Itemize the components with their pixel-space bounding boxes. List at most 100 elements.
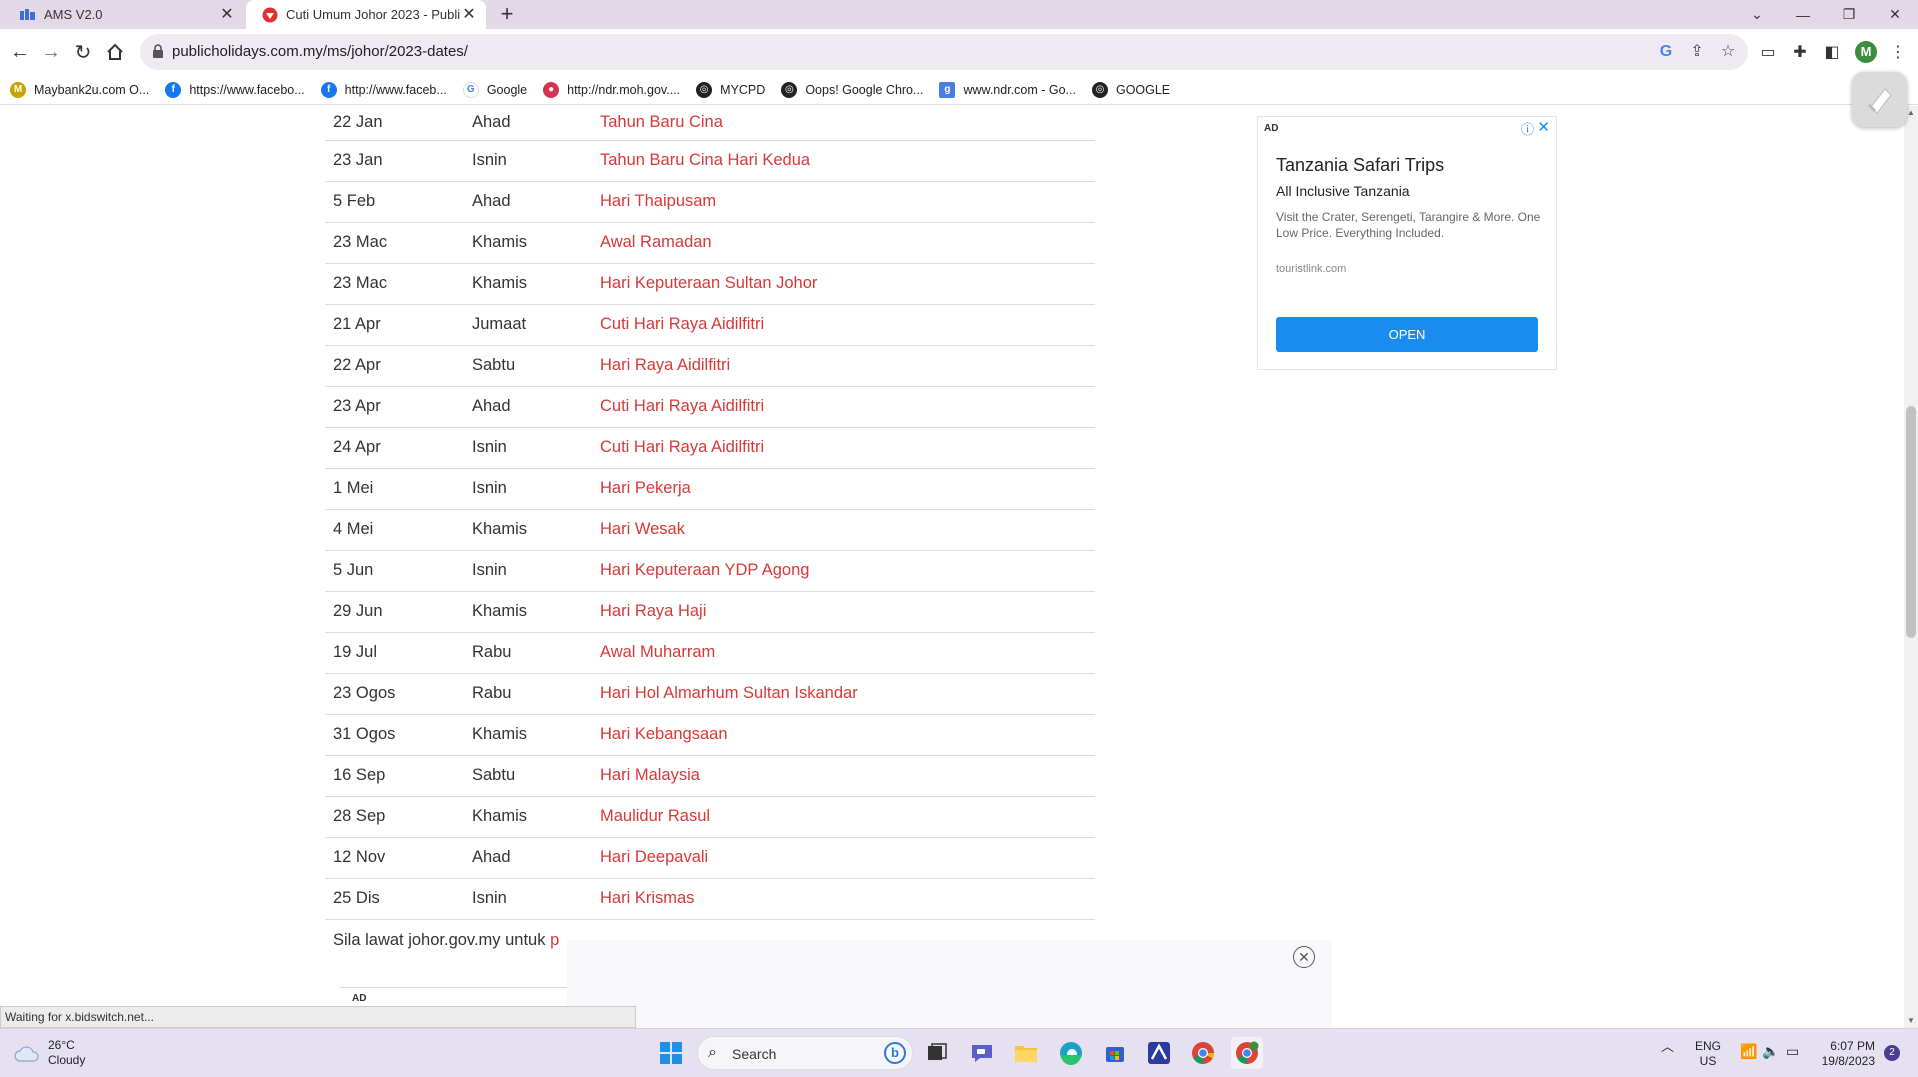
scroll-down-icon[interactable]: ▼ (1904, 1014, 1918, 1028)
share-icon[interactable]: ⇪ (1687, 42, 1707, 62)
cloud-icon (14, 1046, 39, 1062)
bookmark-label: https://www.facebo... (189, 82, 305, 97)
volume-icon[interactable]: 🔈 (1762, 1044, 1779, 1059)
note-link[interactable]: p (550, 931, 559, 949)
forward-icon[interactable]: → (36, 37, 66, 67)
floating-extension-button[interactable] (1852, 72, 1907, 127)
bookmark-item[interactable]: ◎ Oops! Google Chro... (781, 81, 923, 98)
bookmark-label: GOOGLE (1115, 82, 1171, 97)
holiday-link[interactable]: Maulidur Rasul (600, 807, 710, 825)
cast-icon[interactable]: ▭ (1757, 42, 1779, 64)
holiday-link[interactable]: Hari Deepavali (600, 848, 708, 866)
bookmark-item[interactable]: G Google (462, 81, 527, 98)
address-bar[interactable]: publicholidays.com.my/ms/johor/2023-date… (140, 34, 1748, 70)
bookmark-item[interactable]: g www.ndr.com - Go... (939, 81, 1076, 98)
back-icon[interactable]: ← (5, 37, 35, 67)
weather-widget[interactable]: 26°C Cloudy (14, 1038, 85, 1068)
holiday-link[interactable]: Hari Kebangsaan (600, 725, 728, 743)
ad-info-icon[interactable]: ⓘ (1521, 119, 1534, 138)
ad-close-icon[interactable]: ✕ (1537, 118, 1550, 136)
close-window-icon[interactable]: ✕ (1872, 0, 1918, 29)
holiday-link[interactable]: Hari Malaysia (600, 766, 700, 784)
holiday-link[interactable]: Tahun Baru Cina Hari Kedua (600, 151, 810, 169)
holiday-link[interactable]: Hari Raya Haji (600, 602, 706, 620)
holiday-link[interactable]: Hari Hol Almarhum Sultan Iskandar (600, 684, 858, 702)
holiday-day: Isnin (464, 468, 592, 510)
temperature: 26°C (48, 1038, 75, 1052)
holiday-link[interactable]: Hari Thaipusam (600, 192, 716, 210)
holiday-name-cell: Cuti Hari Raya Aidilfitri (592, 386, 1095, 428)
taskbar-search[interactable]: ⌕ Search b (697, 1036, 913, 1070)
ams-app-icon[interactable] (1143, 1037, 1175, 1069)
holiday-day: Jumaat (464, 304, 592, 346)
holiday-date: 24 Apr (325, 427, 464, 469)
new-tab-icon[interactable]: + (495, 3, 519, 27)
ad-headline[interactable]: Tanzania Safari Trips (1276, 155, 1444, 176)
holiday-link[interactable]: Cuti Hari Raya Aidilfitri (600, 438, 764, 456)
holiday-day: Rabu (464, 632, 592, 674)
notification-badge[interactable]: 2 (1884, 1045, 1900, 1061)
teams-chat-icon[interactable] (966, 1037, 998, 1069)
holiday-link[interactable]: Awal Muharram (600, 643, 715, 661)
scrollbar-thumb[interactable] (1906, 406, 1916, 638)
close-tab-icon[interactable]: ✕ (460, 6, 478, 24)
extensions-icon[interactable]: ✚ (1789, 42, 1811, 64)
bookmark-item[interactable]: ◎ MYCPD (696, 81, 765, 98)
facebook-icon: f (320, 81, 337, 98)
holiday-link[interactable]: Awal Ramadan (600, 233, 712, 251)
menu-icon[interactable]: ⋮ (1887, 42, 1909, 64)
browser-toolbar: ← → ↻ publicholidays.com.my/ms/johor/202… (0, 29, 1918, 75)
tab-cuti-umum[interactable]: Cuti Umum Johor 2023 - PublicH ✕ (246, 0, 486, 29)
minimize-icon[interactable]: — (1780, 0, 1826, 29)
edge-icon[interactable] (1055, 1037, 1087, 1069)
holiday-link[interactable]: Cuti Hari Raya Aidilfitri (600, 397, 764, 415)
holiday-name-cell: Hari Krismas (592, 878, 1095, 920)
show-hidden-icons[interactable]: ︿ (1661, 1039, 1674, 1054)
tab-ams[interactable]: AMS V2.0 ✕ (4, 0, 244, 29)
bookmark-star-icon[interactable]: ☆ (1718, 42, 1738, 62)
holiday-link[interactable]: Hari Krismas (600, 889, 694, 907)
bookmark-item[interactable]: f https://www.facebo... (165, 81, 305, 98)
url-text: publicholidays.com.my/ms/johor/2023-date… (172, 43, 468, 60)
table-row: 16 Sep Sabtu Hari Malaysia (325, 755, 1095, 797)
store-icon[interactable] (1099, 1037, 1131, 1069)
ad-banner[interactable]: AD ⓘ ✕ Tanzania Safari Trips All Inclusi… (1257, 116, 1557, 370)
tab-search-icon[interactable]: ⌄ (1734, 0, 1780, 29)
chrome-icon[interactable] (1187, 1037, 1219, 1069)
overlay-close-icon[interactable]: ✕ (1293, 946, 1315, 968)
google-lens-icon[interactable]: G (1656, 42, 1676, 62)
holiday-day: Isnin (464, 140, 592, 182)
profile-avatar[interactable]: M (1855, 41, 1877, 63)
windows-start-icon[interactable] (655, 1037, 687, 1069)
bookmark-item[interactable]: M Maybank2u.com O... (10, 81, 150, 98)
bing-icon[interactable]: b (884, 1042, 906, 1064)
page-scrollbar[interactable]: ▲ ▼ (1904, 106, 1918, 1028)
holiday-link[interactable]: Hari Wesak (600, 520, 685, 538)
holiday-link[interactable]: Cuti Hari Raya Aidilfitri (600, 315, 764, 333)
bookmark-item[interactable]: f http://www.faceb... (320, 81, 447, 98)
holiday-link[interactable]: Hari Pekerja (600, 479, 691, 497)
holiday-link[interactable]: Hari Keputeraan YDP Agong (600, 561, 809, 579)
file-explorer-icon[interactable] (1010, 1037, 1042, 1069)
restore-icon[interactable]: ❐ (1826, 0, 1872, 29)
side-panel-icon[interactable]: ◧ (1821, 42, 1843, 64)
bookmark-item[interactable]: ◎ GOOGLE (1091, 81, 1171, 98)
bookmark-item[interactable]: ● http://ndr.moh.gov.... (543, 81, 680, 98)
chrome-profile-icon[interactable] (1231, 1037, 1263, 1069)
search-label: Search (732, 1046, 777, 1062)
task-view-icon[interactable] (921, 1037, 953, 1069)
clock[interactable]: 6:07 PM 19/8/2023 (1815, 1039, 1875, 1069)
bookmark-label: Maybank2u.com O... (34, 82, 150, 97)
language-indicator[interactable]: ENG US (1695, 1039, 1721, 1069)
wifi-icon[interactable]: 📶 (1740, 1044, 1757, 1059)
close-tab-icon[interactable]: ✕ (218, 6, 236, 24)
holiday-link[interactable]: Hari Keputeraan Sultan Johor (600, 274, 817, 292)
home-icon[interactable] (100, 37, 130, 67)
holiday-link[interactable]: Hari Raya Aidilfitri (600, 356, 730, 374)
reload-icon[interactable]: ↻ (68, 37, 98, 67)
holiday-date: 23 Apr (325, 386, 464, 428)
battery-icon[interactable]: ▭ (1786, 1044, 1799, 1059)
ad-open-button[interactable]: OPEN (1276, 317, 1538, 352)
holiday-link[interactable]: Tahun Baru Cina (600, 113, 723, 131)
lock-icon[interactable] (152, 44, 166, 60)
